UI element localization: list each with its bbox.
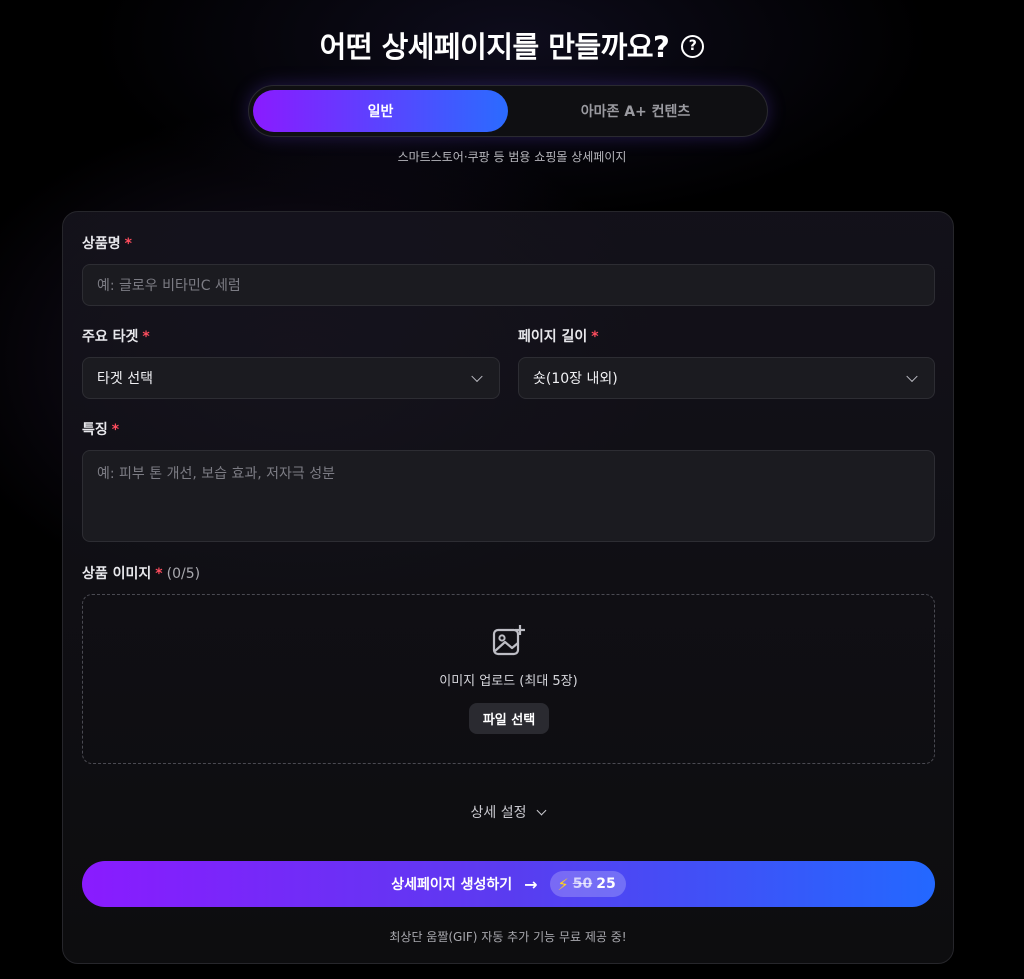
page-header: 어떤 상세페이지를 만들까요? ? (0, 24, 1024, 66)
lightning-icon: ⚡ (557, 874, 569, 894)
chevron-down-icon (906, 370, 918, 383)
features-textarea[interactable]: 예: 피부 톤 개선, 보습 효과, 저자극 성분 (82, 450, 935, 542)
product-name-input[interactable]: 예: 글로우 비타민C 세럼 (82, 264, 935, 306)
features-label: 특징 * (82, 422, 120, 438)
credit-new: 25 (596, 876, 616, 892)
product-name-label: 상품명 * (82, 236, 132, 252)
page-length-select-value: 숏(10장 내외) (533, 371, 618, 387)
form-card: 상품명 * 예: 글로우 비타민C 세럼 주요 타겟 * 타겟 선택 페이지 길이 *… (62, 211, 954, 964)
page-length-select[interactable]: 숏(10장 내외) (518, 357, 935, 399)
images-label: 상품 이미지 * (0/5) (82, 566, 201, 582)
chevron-down-icon (471, 370, 483, 383)
credit-old: 50 (572, 876, 593, 892)
credit-badge: ⚡ 50 25 (549, 871, 626, 897)
target-select[interactable]: 타겟 선택 (82, 357, 500, 399)
upload-text: 이미지 업로드 (최대 5장) (439, 674, 578, 689)
advanced-settings-label: 상세 설정 (470, 805, 527, 821)
footnote: 최상단 움짤(GIF) 자동 추가 기능 무료 제공 중! (389, 930, 627, 944)
file-select-button[interactable]: 파일 선택 (469, 703, 549, 734)
mode-description: 스마트스토어·쿠팡 등 범용 쇼핑몰 상세페이지 (397, 150, 627, 164)
generate-button[interactable]: 상세페이지 생성하기 → ⚡ 50 25 (82, 861, 935, 907)
image-add-icon (492, 625, 525, 656)
target-label: 주요 타겟 * (82, 329, 150, 345)
arrow-right-icon: → (524, 874, 538, 894)
page-title: 어떤 상세페이지를 만들까요? (319, 30, 670, 64)
page-length-label: 페이지 길이 * (518, 329, 599, 345)
advanced-settings-toggle[interactable]: 상세 설정 (63, 802, 953, 822)
mode-toggle: 일반 아마존 A+ 컨텐츠 (248, 85, 768, 137)
target-select-value: 타겟 선택 (97, 371, 153, 387)
generate-label: 상세페이지 생성하기 (391, 877, 513, 893)
image-dropzone[interactable]: 이미지 업로드 (최대 5장) 파일 선택 (82, 594, 935, 764)
tab-amazon-a-plus[interactable]: 아마존 A+ 컨텐츠 (508, 90, 763, 132)
tab-general[interactable]: 일반 (253, 90, 508, 132)
chevron-down-icon (537, 805, 547, 815)
question-circle-icon[interactable]: ? (681, 34, 705, 58)
